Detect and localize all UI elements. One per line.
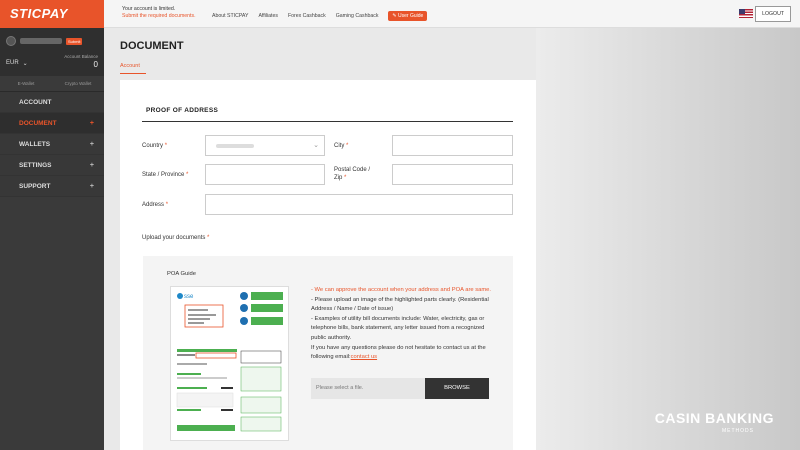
breadcrumb-underline (120, 73, 146, 74)
user-guide-button[interactable]: ✎ User Guide (388, 11, 428, 21)
sidebar: STICPAY Submit Account Balance EUR ⌄ 0 E… (0, 0, 104, 450)
city-input[interactable] (392, 135, 513, 156)
avatar-icon (6, 36, 16, 46)
plus-icon: + (89, 141, 94, 148)
browse-button[interactable]: BROWSE (425, 378, 489, 399)
utility-bill-illustration: sse (176, 292, 283, 432)
currency-select[interactable]: EUR ⌄ (6, 60, 28, 67)
guide-icon: ✎ (392, 13, 397, 19)
sticpay-logo[interactable]: STICPAY (0, 0, 104, 28)
country-select[interactable]: ⌄ (205, 135, 325, 156)
submit-documents-link[interactable]: Submit the required documents. (122, 13, 196, 20)
file-input[interactable]: Please select a file. (311, 378, 425, 399)
account-limited-notice: Your account is limited. Submit the requ… (122, 6, 196, 20)
city-label: City * (334, 143, 349, 149)
sidebar-item-document[interactable]: DOCUMENT + (0, 113, 104, 134)
address-input[interactable] (205, 194, 513, 215)
top-bar: Your account is limited. Submit the requ… (104, 0, 800, 28)
balance-value: 0 (93, 60, 98, 69)
chevron-down-icon: ⌄ (313, 142, 319, 149)
contact-us-link[interactable]: contact us (351, 354, 377, 360)
section-title: PROOF OF ADDRESS (146, 107, 219, 114)
breadcrumb[interactable]: Account (120, 63, 140, 69)
proof-of-address-card: PROOF OF ADDRESS Country * ⌄ City * Stat… (120, 80, 536, 450)
balance-label: Account Balance (64, 54, 98, 59)
submit-badge[interactable]: Submit (66, 37, 83, 45)
country-label: Country * (142, 143, 168, 149)
nav-affiliates[interactable]: Affiliates (258, 13, 278, 19)
plus-icon: + (89, 183, 94, 190)
sidebar-item-settings[interactable]: SETTINGS + (0, 155, 104, 176)
watermark-logo: CASIN BANKING (654, 410, 774, 426)
state-label: State / Province * (142, 172, 189, 178)
poa-instructions: - We can approve the account when your a… (311, 287, 492, 361)
tab-crypto-wallet[interactable]: Crypto Wallet (52, 76, 104, 91)
wallet-tabs: E-Wallet Crypto Wallet (0, 76, 104, 92)
sidebar-item-wallets[interactable]: WALLETS + (0, 134, 104, 155)
postal-code-input[interactable] (392, 164, 513, 185)
nav-forex-cashback[interactable]: Forex Cashback (288, 13, 326, 19)
address-label: Address * (142, 202, 169, 208)
nav-gaming-cashback[interactable]: Gaming Cashback (336, 13, 379, 19)
sidebar-item-support[interactable]: SUPPORT + (0, 176, 104, 197)
top-nav: About STICPAY Affiliates Forex Cashback … (212, 11, 428, 21)
plus-icon: + (89, 120, 94, 127)
sample-utility-bill: sse (170, 286, 289, 441)
blurred-username (20, 38, 62, 44)
us-flag-icon[interactable] (739, 9, 753, 18)
chevron-down-icon: ⌄ (22, 61, 28, 67)
bill-brand-text: sse (184, 294, 194, 300)
poa-guide-title: POA Guide (167, 271, 197, 277)
watermark-sub: METHODS (722, 428, 754, 434)
postal-label: Postal Code / Zip * (334, 167, 371, 181)
background-fade (536, 28, 800, 450)
state-input[interactable] (205, 164, 325, 185)
poa-guide-box: POA Guide sse - We can approve the accou… (143, 256, 513, 450)
account-summary: Submit Account Balance EUR ⌄ 0 (0, 28, 104, 76)
logout-button[interactable]: LOGOUT (755, 6, 791, 22)
section-divider (142, 121, 513, 122)
tab-e-wallet[interactable]: E-Wallet (0, 76, 52, 91)
upload-label: Upload your documents * (142, 235, 210, 241)
page-title: DOCUMENT (120, 40, 184, 52)
nav-about[interactable]: About STICPAY (212, 13, 248, 19)
sidebar-item-account[interactable]: ACCOUNT (0, 92, 104, 113)
plus-icon: + (89, 162, 94, 169)
